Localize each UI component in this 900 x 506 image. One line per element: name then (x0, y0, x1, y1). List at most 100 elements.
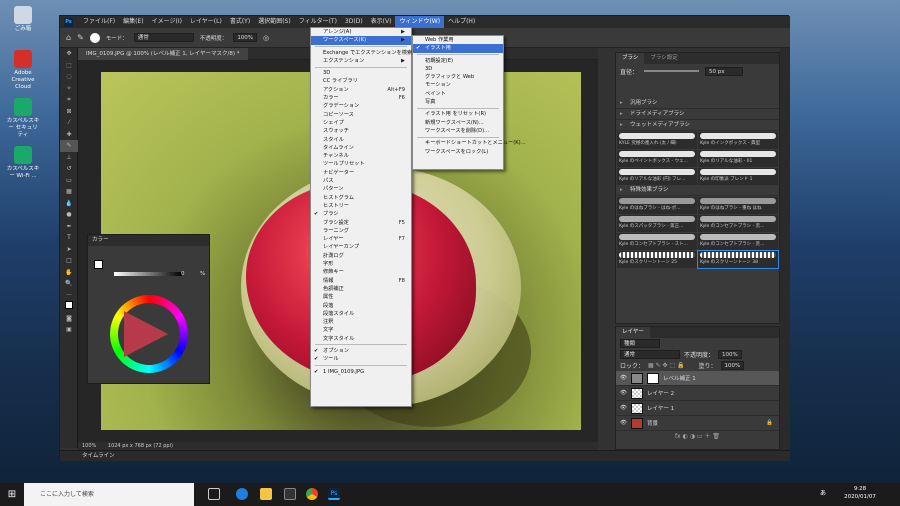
clock[interactable]: 9:28 2020/01/07 (840, 485, 880, 501)
menu-item[interactable]: モーション (413, 81, 503, 89)
menu-item[interactable]: 注釈 (311, 318, 411, 326)
size-slider[interactable] (644, 70, 700, 72)
layer-opacity-input[interactable]: 100% (718, 350, 742, 359)
color-panel-title[interactable]: カラー (88, 235, 209, 246)
tab-brush-settings[interactable]: ブラシ設定 (644, 53, 683, 64)
menu-item[interactable]: シェイプ (311, 119, 411, 127)
eyedropper-tool-icon[interactable]: ⁄ (60, 117, 78, 129)
menu-help[interactable]: ヘルプ(H) (444, 16, 479, 28)
size-input[interactable]: 50 px (705, 66, 744, 76)
menu-item[interactable]: コピーソース (311, 111, 411, 119)
move-tool-icon[interactable]: ✥ (60, 48, 78, 60)
home-icon[interactable]: ⌂ (66, 33, 71, 42)
menu-item[interactable]: ペイント (413, 90, 503, 98)
layer-row[interactable]: 👁 背景 🔒 (616, 416, 779, 431)
menu-item[interactable]: アクション Alt+F9 (311, 86, 411, 94)
menu-item[interactable]: 段落スタイル (311, 310, 411, 318)
menu-item[interactable]: グラフィックと Web (413, 73, 503, 81)
ime-indicator[interactable]: あ (820, 488, 826, 497)
hand-tool-icon[interactable]: ✋ (60, 267, 78, 279)
menu-item[interactable]: スウォッチ (311, 127, 411, 135)
menu-item[interactable]: ヒストグラム (311, 194, 411, 202)
blend-mode-select[interactable]: 通常 (620, 350, 680, 359)
menu-item[interactable]: 情報 F8 (311, 277, 411, 285)
edge-icon[interactable] (236, 488, 248, 500)
menu-item[interactable]: 計測ログ (311, 252, 411, 260)
color-slider[interactable] (114, 272, 182, 276)
creative-cloud-icon[interactable]: Adobe Creative Cloud (6, 50, 40, 91)
layer-filter-select[interactable]: 種類 (620, 339, 660, 348)
eye-icon[interactable]: 👁 (620, 405, 627, 411)
kaspersky-icon[interactable]: カスペルスキー セキュリティ (6, 98, 40, 139)
dodge-tool-icon[interactable]: ● (60, 209, 78, 221)
gradient-tool-icon[interactable]: ▦ (60, 186, 78, 198)
kaspersky-wifi-icon[interactable]: カスペルスキー Wi-Fi ... (6, 146, 40, 180)
menu-item[interactable]: ワークスペース(K) ▶ (311, 36, 411, 45)
zoom-tool-icon[interactable]: 🔍 (60, 278, 78, 290)
menu-select[interactable]: 選択範囲(S) (254, 16, 295, 28)
brush-preset[interactable]: Kyle のコンセプトブラシ - 荒... (698, 215, 778, 232)
menu-item[interactable]: チャンネル (311, 152, 411, 160)
menu-item[interactable]: ワークスペースをロック(L) (413, 148, 503, 156)
brush-preset[interactable]: Kyle のはねブラシ - はね-ボ... (617, 197, 697, 214)
menu-item[interactable]: タイムライン (311, 144, 411, 152)
task-view-icon[interactable] (208, 488, 220, 500)
brush-preset[interactable]: Kyle の印象派 ブレンド 1 (698, 168, 778, 185)
eraser-tool-icon[interactable]: ▭ (60, 175, 78, 187)
menu-item[interactable]: Exchange でエクステンションを検索... (311, 49, 417, 57)
brush-folder[interactable]: 特殊効果ブラシ (616, 185, 779, 196)
menu-item[interactable]: 字形 (311, 260, 411, 268)
zoom-level[interactable]: 100% (82, 443, 96, 449)
brush-tool-icon[interactable]: ✎ (77, 33, 84, 42)
menu-item[interactable]: スタイル (311, 136, 411, 144)
menu-item[interactable]: レイヤー F7 (311, 235, 411, 243)
marquee-tool-icon[interactable]: ⬚ (60, 60, 78, 72)
brush-preset[interactable]: Kyle のスパッタブラシ - 第正... (617, 215, 697, 232)
brush-folder[interactable]: ドライメディアブラシ (616, 109, 779, 120)
menu-item[interactable]: 初期設定(E) (413, 57, 503, 65)
menu-item[interactable]: パス (311, 177, 411, 185)
eye-icon[interactable]: 👁 (620, 420, 627, 426)
menu-item[interactable]: アレンジ(A) ▶ (311, 28, 411, 36)
menu-item[interactable]: 新規ワークスペース(N)... (413, 119, 503, 127)
menu-item[interactable]: ✔ オプション (311, 347, 411, 355)
brush-preset[interactable]: Kyle のペイントボックス - ウェ... (617, 150, 697, 167)
opacity-input[interactable]: 100% (233, 33, 258, 42)
menu-item[interactable]: 写真 (413, 98, 503, 106)
rectangle-tool-icon[interactable]: □ (60, 255, 78, 267)
layer-actions[interactable]: fx ◐ ◑ ▭ ＋ 🗑 (616, 431, 779, 441)
menu-item[interactable]: ✔ ツール (311, 355, 411, 363)
brush-folder[interactable]: ウェットメディアブラシ (616, 120, 779, 131)
menu-item[interactable]: カラー F6 (311, 94, 411, 102)
menu-item[interactable]: 3D (413, 65, 503, 73)
menu-item[interactable]: イラスト用 をリセット(R) (413, 110, 503, 118)
menu-item[interactable]: エクステンション ▶ (311, 57, 411, 65)
layer-row[interactable]: 👁 レイヤー 2 (616, 386, 779, 401)
menu-item[interactable]: ラーニング (311, 227, 411, 235)
menu-layer[interactable]: レイヤー(L) (186, 16, 226, 28)
menu-item[interactable]: レイヤーカンプ (311, 243, 411, 251)
eye-icon[interactable]: 👁 (620, 390, 627, 396)
photoshop-taskbar-icon[interactable]: Ps (328, 488, 340, 500)
brush-preset[interactable]: Kyle のインクボックス - 典型 (698, 132, 778, 149)
brush-preset[interactable]: Kyle のリアルな油彩 (円) フレ... (617, 168, 697, 185)
document-tab[interactable]: IMG_0109.JPG @ 100% (レベル補正 1, レイヤーマスク/8)… (78, 48, 248, 60)
mode-select[interactable]: 通常 (133, 33, 194, 42)
blur-tool-icon[interactable]: 💧 (60, 198, 78, 210)
menu-item[interactable]: 色調補正 (311, 285, 411, 293)
menu-file[interactable]: ファイル(F) (79, 16, 119, 28)
lock-icons[interactable]: ▦ ✎ ✥ ⬚ 🔒 (648, 362, 685, 369)
quick-select-tool-icon[interactable]: ✧ (60, 83, 78, 95)
menu-item[interactable]: 段落 (311, 302, 411, 310)
windows-start-icon[interactable]: ⊞ (0, 483, 24, 506)
brush-preset[interactable]: Kyle のコンセプトブラシ - 荒... (698, 233, 778, 250)
healing-tool-icon[interactable]: ✚ (60, 129, 78, 141)
taskbar-search[interactable]: ここに入力して検索 (24, 483, 194, 506)
menu-item[interactable]: ナビゲーター (311, 169, 411, 177)
fill-input[interactable]: 100% (720, 361, 745, 370)
more-tools-icon[interactable]: ··· (60, 290, 78, 302)
menu-image[interactable]: イメージ(I) (148, 16, 186, 28)
pen-tool-icon[interactable]: ✒ (60, 221, 78, 233)
menu-item[interactable]: ブラシ設定 F5 (311, 219, 411, 227)
stamp-tool-icon[interactable]: ⊥ (60, 152, 78, 164)
